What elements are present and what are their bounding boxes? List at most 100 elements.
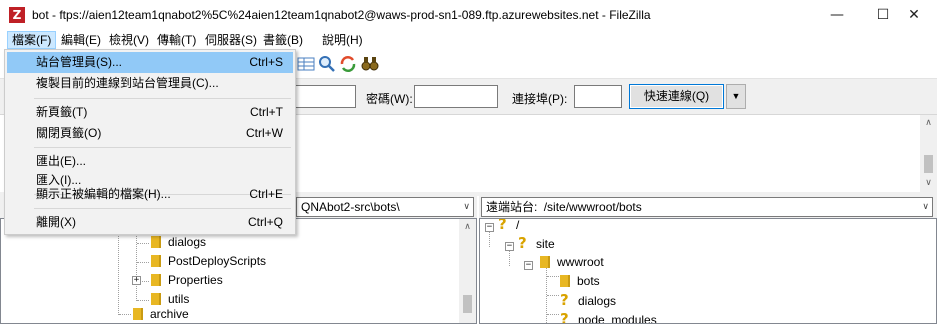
folder-icon <box>133 308 143 320</box>
folder-icon <box>151 236 161 248</box>
close-button[interactable]: ✕ <box>891 0 937 30</box>
remote-path-row: 遠端站台: /site/wwwroot/bots ∨ <box>479 196 937 218</box>
menu-separator <box>34 147 291 148</box>
quickconnect-button[interactable]: 快速連線(Q) <box>629 84 724 109</box>
menu-separator <box>34 98 291 99</box>
menu-item-label: 顯示正被編輯的檔案(H)... <box>36 187 171 201</box>
minimize-button[interactable]: — <box>814 0 860 30</box>
folder-icon <box>560 275 570 287</box>
chevron-down-icon[interactable]: ∨ <box>922 198 929 216</box>
tree-item[interactable]: ? site <box>518 234 555 253</box>
tree-item[interactable]: ? dialogs <box>560 291 616 310</box>
tree-item-label: site <box>536 237 555 251</box>
collapse-icon[interactable]: − <box>524 261 533 270</box>
title-bar: Z bot - ftps://aien12team1qnabot2%5C%24a… <box>0 0 937 30</box>
quickconnect-history-dropdown[interactable]: ▼ <box>726 84 746 109</box>
filezilla-logo-icon: Z <box>9 7 25 23</box>
password-field[interactable] <box>414 85 498 108</box>
tree-item-label: utils <box>168 292 190 306</box>
menu-bar: 檔案(F) 編輯(E) 檢視(V) 傳輸(T) 伺服器(S) 書籤(B) 說明(… <box>0 30 937 50</box>
collapse-icon[interactable]: − <box>485 223 494 232</box>
tree-guide-line <box>547 276 559 277</box>
remote-path-label: 遠端站台: <box>486 200 538 214</box>
menu-item-label: 新頁籤(T) <box>36 105 88 119</box>
menu-item-label: 複製目前的連線到站台管理員(C)... <box>36 76 219 90</box>
port-field[interactable] <box>574 85 622 108</box>
tree-item-label: PostDeployScripts <box>168 254 267 268</box>
tree-item[interactable]: wwwroot <box>540 253 604 272</box>
menu-server[interactable]: 伺服器(S) <box>201 31 261 49</box>
tree-item-selected[interactable]: bots <box>560 272 600 291</box>
menu-item-label: 關閉頁籤(O) <box>36 126 102 140</box>
folder-icon <box>151 293 161 305</box>
menu-item-shortcut: Ctrl+Q <box>247 215 283 229</box>
tree-item-label: / <box>516 218 520 232</box>
close-tab-menu-item[interactable]: 關閉頁籤(O) Ctrl+W <box>7 123 293 144</box>
tree-item-label: Properties <box>168 273 223 287</box>
tree-guide-line <box>137 300 149 301</box>
menu-help[interactable]: 說明(H) <box>318 31 367 49</box>
tree-item-label: wwwroot <box>557 255 604 269</box>
port-label: 連接埠(P): <box>512 92 568 106</box>
menu-item-shortcut: Ctrl+E <box>249 187 283 201</box>
unknown-folder-icon: ? <box>560 310 569 324</box>
folder-icon <box>151 255 161 267</box>
tree-item-label: dialogs <box>578 294 617 308</box>
password-label: 密碼(W): <box>366 92 413 106</box>
menu-transfer[interactable]: 傳輸(T) <box>153 31 200 49</box>
new-tab-menu-item[interactable]: 新頁籤(T) Ctrl+T <box>7 102 293 123</box>
menu-item-label: 匯出(E)... <box>36 154 86 168</box>
local-tree-scrollbar[interactable]: ∧ <box>459 219 476 323</box>
tree-item[interactable]: archive <box>133 305 189 323</box>
export-menu-item[interactable]: 匯出(E)... <box>7 151 293 172</box>
collapse-icon[interactable]: − <box>505 242 514 251</box>
menu-item-label: 離開(X) <box>36 215 76 229</box>
log-scroll-thumb[interactable] <box>924 155 933 173</box>
scroll-up-icon[interactable]: ∧ <box>459 219 476 236</box>
scroll-up-icon[interactable]: ∧ <box>920 115 937 132</box>
tree-guide-line <box>137 243 149 244</box>
menu-bookmarks[interactable]: 書籤(B) <box>259 31 307 49</box>
remote-directory-tree: − ? / − ? site − wwwroot bots ? dialogs ? no… <box>479 218 937 324</box>
tree-item[interactable]: ? node_modules <box>560 310 657 324</box>
unknown-folder-icon: ? <box>518 234 527 252</box>
synchronized-browsing-icon[interactable] <box>338 54 358 74</box>
tree-item-label: archive <box>150 307 189 321</box>
expand-icon[interactable]: + <box>132 276 141 285</box>
show-edited-files-menu-item[interactable]: 顯示正被編輯的檔案(H)... Ctrl+E <box>7 184 293 205</box>
local-scroll-thumb[interactable] <box>463 295 472 313</box>
local-path-combo[interactable]: QNAbot2-src\bots\ ∨ <box>296 197 474 217</box>
menu-file[interactable]: 檔案(F) <box>7 31 57 49</box>
menu-item-shortcut: Ctrl+W <box>246 126 283 140</box>
menu-edit[interactable]: 編輯(E) <box>57 31 105 49</box>
scroll-down-icon[interactable]: ∨ <box>920 175 937 192</box>
folder-icon <box>151 274 161 286</box>
copy-connection-to-site-manager-menu-item[interactable]: 複製目前的連線到站台管理員(C)... <box>7 73 293 94</box>
username-field[interactable] <box>290 85 356 108</box>
tree-item[interactable]: Properties <box>151 271 223 290</box>
tree-item-label: node_modules <box>578 313 657 324</box>
tree-guide-line <box>119 314 131 315</box>
search-files-icon[interactable] <box>317 54 337 74</box>
tree-item[interactable]: PostDeployScripts <box>151 252 266 271</box>
chevron-down-icon[interactable]: ∨ <box>463 198 470 216</box>
tree-item-label: bots <box>577 274 600 288</box>
tree-item[interactable]: ? / <box>498 218 520 234</box>
folder-icon <box>540 256 550 268</box>
tree-guide-line <box>547 314 559 315</box>
unknown-folder-icon: ? <box>560 291 569 309</box>
log-scrollbar[interactable]: ∧ ∨ <box>920 115 937 192</box>
window-title: bot - ftps://aien12team1qnabot2%5C%24aie… <box>32 8 651 22</box>
remote-path-value: /site/wwwroot/bots <box>543 200 642 214</box>
remote-site-panel: 遠端站台: /site/wwwroot/bots ∨ − ? / − ? site … <box>479 196 937 324</box>
remote-path-combo[interactable]: 遠端站台: /site/wwwroot/bots ∨ <box>481 197 933 217</box>
local-path-value: QNAbot2-src\bots\ <box>301 200 400 214</box>
menu-view[interactable]: 檢視(V) <box>105 31 153 49</box>
directory-comparison-icon[interactable] <box>296 54 316 74</box>
menu-separator <box>34 208 291 209</box>
binoculars-icon[interactable] <box>360 54 380 74</box>
site-manager-menu-item[interactable]: 站台管理員(S)... Ctrl+S <box>7 52 293 73</box>
tree-item[interactable]: dialogs <box>151 233 206 252</box>
menu-item-shortcut: Ctrl+T <box>250 105 283 119</box>
exit-menu-item[interactable]: 離開(X) Ctrl+Q <box>7 212 293 233</box>
